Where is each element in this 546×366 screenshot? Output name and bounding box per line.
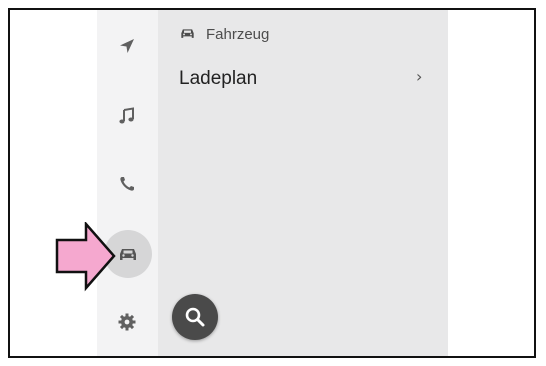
- search-button[interactable]: [172, 294, 218, 340]
- chevron-right-icon: ›: [416, 67, 423, 86]
- sidebar-item-music[interactable]: [115, 104, 139, 128]
- car-icon: [120, 249, 136, 260]
- sidebar-item-phone[interactable]: [115, 172, 139, 196]
- sidebar-item-navigation[interactable]: [115, 34, 139, 58]
- phone-icon: [120, 177, 134, 191]
- sidebar-item-settings[interactable]: [115, 310, 139, 334]
- section-header: Fahrzeug: [179, 25, 269, 43]
- menu-item-ladeplan[interactable]: Ladeplan ›: [158, 62, 448, 98]
- section-title: Fahrzeug: [206, 25, 270, 43]
- music-icon: [119, 107, 134, 124]
- settings-icon: [118, 313, 136, 331]
- navigation-icon: [120, 39, 134, 53]
- menu-item-label: Ladeplan: [179, 68, 258, 89]
- sidebar-item-vehicle[interactable]: [116, 242, 140, 266]
- car-icon: [181, 29, 194, 38]
- pointer-arrow: [55, 222, 116, 292]
- search-icon: [185, 307, 205, 327]
